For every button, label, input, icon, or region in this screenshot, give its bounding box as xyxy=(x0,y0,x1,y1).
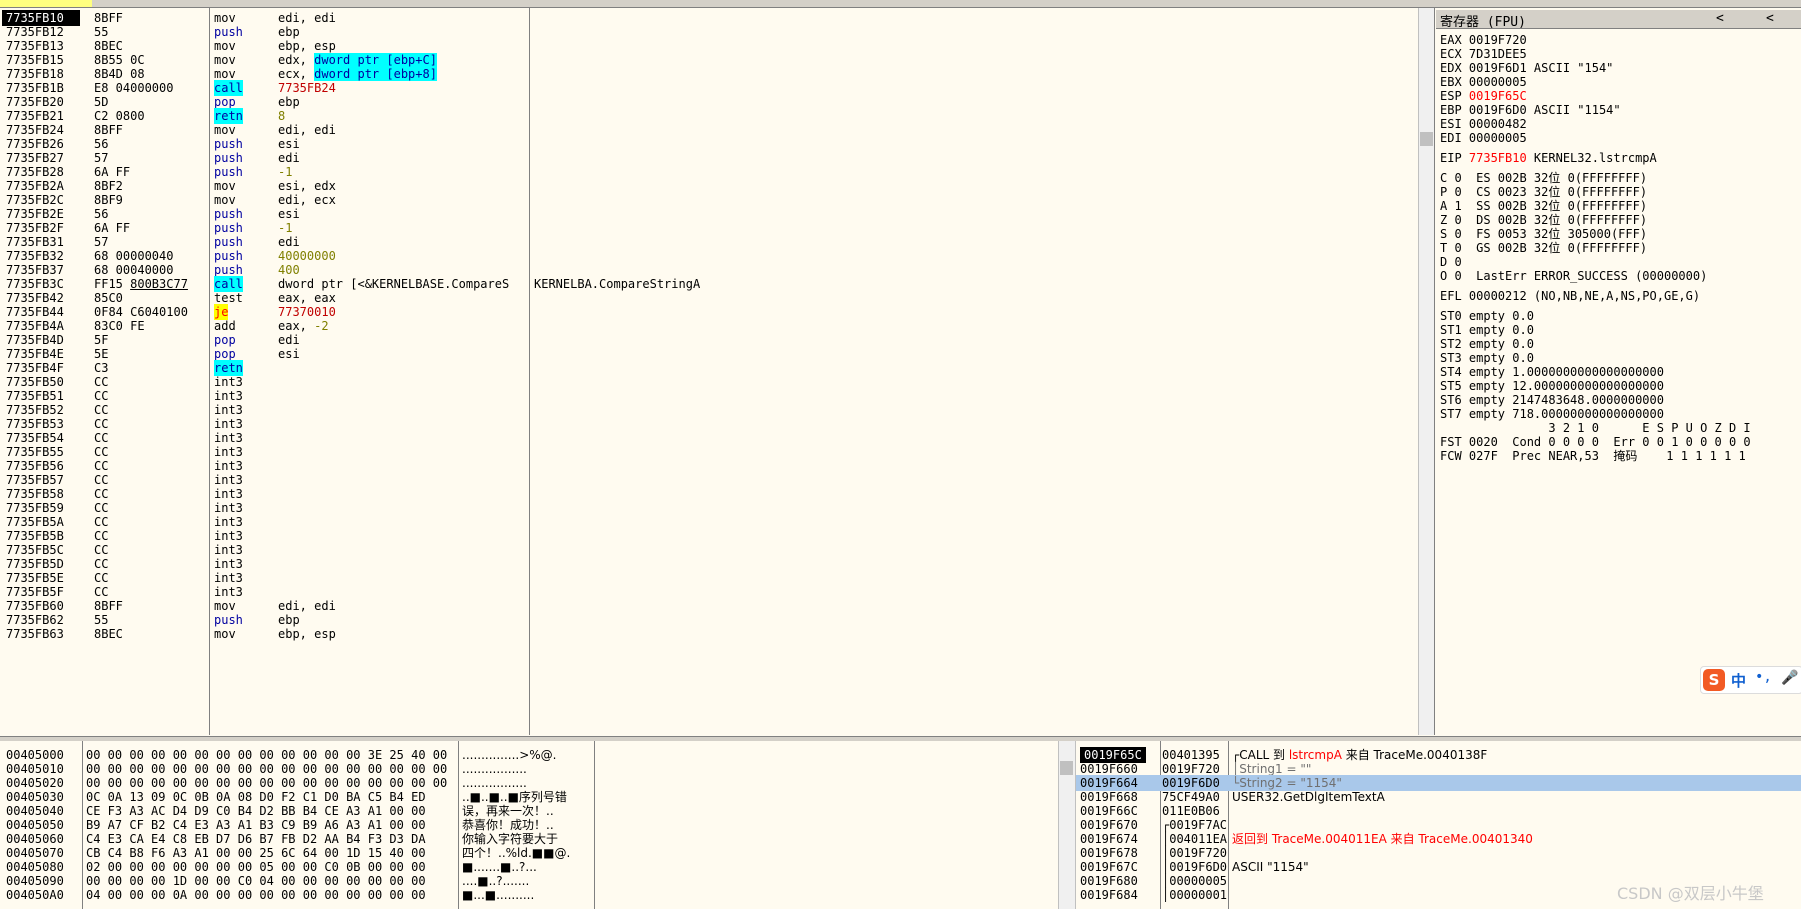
register-line[interactable]: EFL 00000212 (NO,NB,NE,A,NS,PO,GE,G) xyxy=(1440,288,1700,304)
stack-comment-part: ┌CALL 到 xyxy=(1232,748,1289,762)
stack-comment-part: │String1 = "" xyxy=(1232,762,1312,776)
microphone-icon[interactable]: 🎤 xyxy=(1781,670,1798,686)
ime-punctuation-toggle[interactable]: •, xyxy=(1755,669,1772,685)
operand-memory: dword ptr [ebp+8] xyxy=(314,67,437,81)
column-separator xyxy=(594,741,595,909)
disasm-row[interactable]: 7735FB63 8BEC mov ebp, esp xyxy=(0,626,1418,642)
column-separator xyxy=(458,741,459,909)
arrow-left-icon[interactable]: < xyxy=(1716,11,1724,26)
toolbar xyxy=(0,0,1801,8)
register-value-changed: 7735FB10 xyxy=(1468,151,1527,165)
stack-comment-part: 返回到 TraceMe.004011EA 来自 TraceMe.00401340 xyxy=(1232,832,1533,846)
register-line[interactable]: O 0 LastErr ERROR_SUCCESS (00000000) xyxy=(1440,268,1707,284)
instruction-bytes: 8BEC xyxy=(94,627,123,641)
register-line[interactable]: EIP 7735FB10 KERNEL32.lstrcmpA xyxy=(1440,150,1657,166)
stack-address: 0019F684 xyxy=(1080,888,1138,902)
operand-memory: -2 xyxy=(314,319,329,333)
registers-header: 寄存器 (FPU) < < xyxy=(1436,10,1801,30)
watermark: CSDN @双层小牛堡 xyxy=(1617,884,1764,903)
instruction-mnemonic: mov xyxy=(214,627,236,641)
registers-title: 寄存器 (FPU) xyxy=(1440,15,1526,30)
dump-scrollbar[interactable] xyxy=(1058,741,1076,909)
stack-comment-part: USER32.GetDlgItemTextA xyxy=(1232,790,1385,804)
registers-pane[interactable]: 寄存器 (FPU) < < EAX 0019F720 ECX 7D31DEE5 ED… xyxy=(1436,8,1801,735)
dump-hex: 04 00 00 00 0A 00 00 00 00 00 00 00 00 0… xyxy=(86,888,426,902)
register-value-changed: 0019F65C xyxy=(1468,89,1527,103)
register-line[interactable]: FCW 027F Prec NEAR,53 掩码 1 1 1 1 1 1 xyxy=(1440,448,1746,464)
instruction-bytes-fixup: 800B3C77 xyxy=(130,277,188,291)
dump-address: 004050A0 xyxy=(6,888,64,902)
stack-comment-part: lstrcmpA xyxy=(1288,748,1342,762)
scrollbar-thumb[interactable] xyxy=(1420,132,1433,146)
column-separator xyxy=(82,741,83,909)
instruction-operands: ebp, esp xyxy=(278,627,336,641)
ime-toolbar[interactable]: S 中 •, 🎤 xyxy=(1700,666,1801,694)
disasm-scrollbar[interactable] xyxy=(1418,8,1434,735)
memory-dump-pane[interactable]: 00405000 00 00 00 00 00 00 00 00 00 00 00… xyxy=(0,741,1058,909)
arrow-left-icon[interactable]: < xyxy=(1766,11,1774,26)
register-line[interactable]: T 0 GS 002B 32位 0(FFFFFFFF) xyxy=(1440,240,1647,256)
ime-language-toggle[interactable]: 中 xyxy=(1731,670,1746,691)
dump-text: ■...■.......... xyxy=(462,888,535,902)
instruction-address: 7735FB63 xyxy=(6,627,64,641)
stack-comment-part: 来自 TraceMe.0040138F xyxy=(1341,748,1488,762)
disassembly-pane[interactable]: 7735FB10 8BFF mov edi, edi 7735FB12 55 push ebp… xyxy=(0,8,1435,735)
stack-value: │00000001 xyxy=(1162,888,1228,902)
sogou-logo-icon[interactable]: S xyxy=(1703,669,1725,691)
operand-memory: dword ptr [ebp+C] xyxy=(314,53,437,67)
register-line[interactable]: EDI 00000005 xyxy=(1440,130,1527,146)
scrollbar-thumb[interactable] xyxy=(1060,761,1073,775)
stack-comment-part: └String2 = "1154" xyxy=(1232,776,1342,790)
toolbar-title-stub xyxy=(0,0,92,7)
stack-comment-part: ASCII "1154" xyxy=(1232,860,1309,874)
